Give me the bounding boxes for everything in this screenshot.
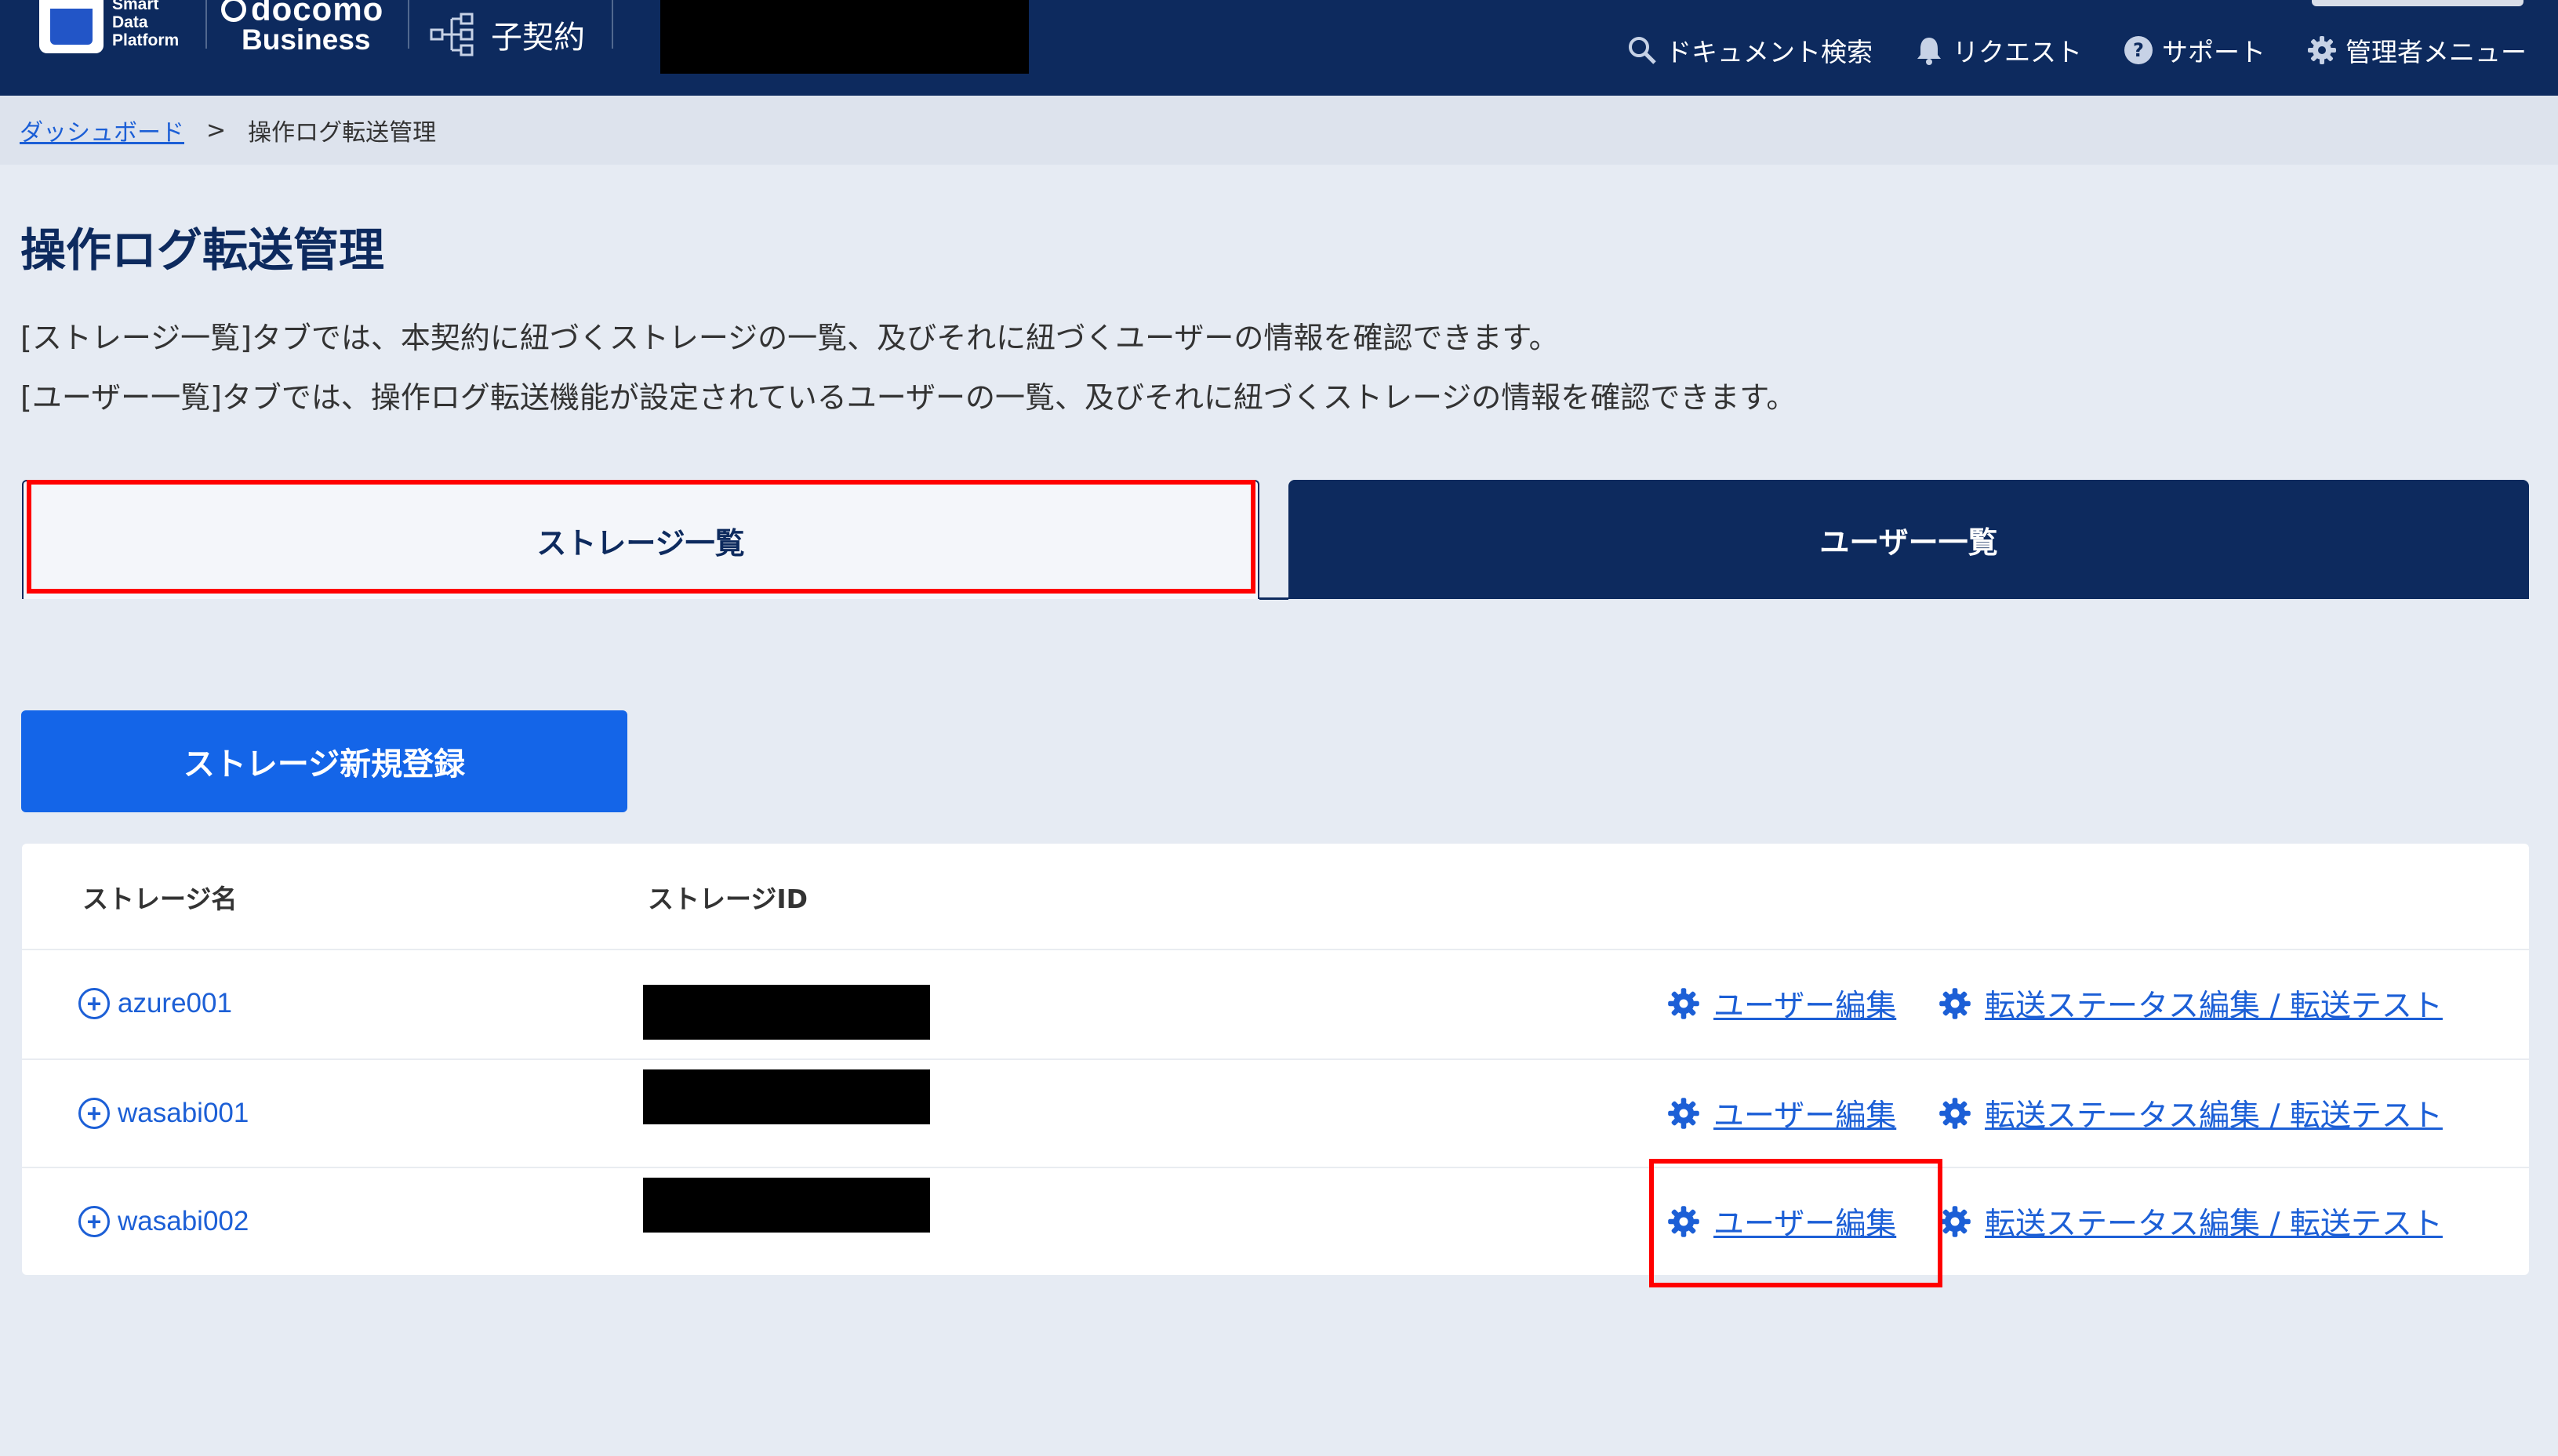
gear-icon [1668,988,1699,1019]
breadcrumb-separator: > [206,116,227,144]
header-divider [205,0,207,49]
tab-divider [1259,597,1288,600]
smart-data-platform-logo[interactable] [39,0,104,53]
nav-request[interactable]: リクエスト [1913,31,2082,69]
column-header-storage-name: ストレージ名 [82,884,238,914]
search-icon [1629,37,1656,64]
breadcrumb: ダッシュボード > 操作ログ転送管理 [0,96,2558,165]
svg-text:?: ? [2133,39,2144,61]
page-description-user: [ユーザー一覧]タブでは、操作ログ転送機能が設定されているユーザーの一覧、及びそ… [20,380,1797,415]
contract-selector[interactable]: 子契約 [430,11,585,58]
header-divider [612,0,613,49]
transfer-status-edit-link[interactable]: 転送ステータス編集 / 転送テスト [1938,950,2443,1057]
logo-text: Smart Data Platform [112,0,180,49]
page-title: 操作ログ転送管理 [20,223,385,277]
table-row: + wasabi002 ユーザー編集 転送ステータス編集 / 転送テスト [22,1168,2529,1275]
redacted-storage-id [643,1178,930,1233]
page-description-storage: [ストレージ一覧]タブでは、本契約に紐づくストレージの一覧、及びそれに紐づくユー… [20,321,1559,355]
redacted-contract-name [660,0,1029,74]
storage-register-button[interactable]: ストレージ新規登録 [21,710,627,812]
tab-user-list[interactable]: ユーザー一覧 [1288,480,2529,599]
redacted-storage-id [643,985,930,1040]
gear-icon [1939,1206,1971,1237]
gear-icon [1668,1098,1699,1129]
gear-icon [2308,36,2336,64]
header-nav: ドキュメント検索 リクエスト ? サポート 管理者メニュー [1626,31,2527,69]
contract-label: 子契約 [491,20,585,56]
expand-plus-icon: + [78,1206,110,1237]
nav-support[interactable]: ? サポート [2123,31,2266,69]
storage-name-link[interactable]: + azure001 [78,950,232,1057]
expand-plus-icon: + [78,1098,110,1129]
bell-icon [1917,38,1941,65]
table-row: + azure001 ユーザー編集 転送ステータス編集 / 転送テスト [22,950,2529,1057]
user-edit-link[interactable]: ユーザー編集 [1666,1060,1896,1167]
help-icon: ? [2124,36,2153,64]
top-header: Smart Data Platform docomo Business 子契約 … [0,0,2558,96]
expand-plus-icon: + [78,988,110,1019]
table-row: + wasabi001 ユーザー編集 転送ステータス編集 / 転送テスト [22,1060,2529,1167]
storage-name-link[interactable]: + wasabi002 [78,1168,249,1275]
nav-admin-menu[interactable]: 管理者メニュー [2306,31,2527,69]
gear-icon [1939,1098,1971,1129]
breadcrumb-dashboard-link[interactable]: ダッシュボード [20,113,184,147]
breadcrumb-current: 操作ログ転送管理 [248,119,437,147]
transfer-status-edit-link[interactable]: 転送ステータス編集 / 転送テスト [1938,1060,2443,1167]
column-header-storage-id: ストレージID [648,884,808,914]
transfer-status-edit-link[interactable]: 転送ステータス編集 / 転送テスト [1938,1168,2443,1275]
header-divider [408,0,409,49]
storage-name-link[interactable]: + wasabi001 [78,1060,249,1167]
nav-document-search[interactable]: ドキュメント検索 [1626,31,1873,69]
redacted-storage-id [643,1069,930,1124]
business-logo-text: Business [242,24,371,56]
hierarchy-icon [430,13,474,56]
gear-icon [1668,1206,1699,1237]
tab-storage-list[interactable]: ストレージ一覧 [22,480,1259,599]
gear-icon [1939,988,1971,1019]
user-edit-link[interactable]: ユーザー編集 [1666,1168,1896,1275]
user-edit-link[interactable]: ユーザー編集 [1666,950,1896,1057]
user-menu-tab[interactable] [2312,0,2523,6]
